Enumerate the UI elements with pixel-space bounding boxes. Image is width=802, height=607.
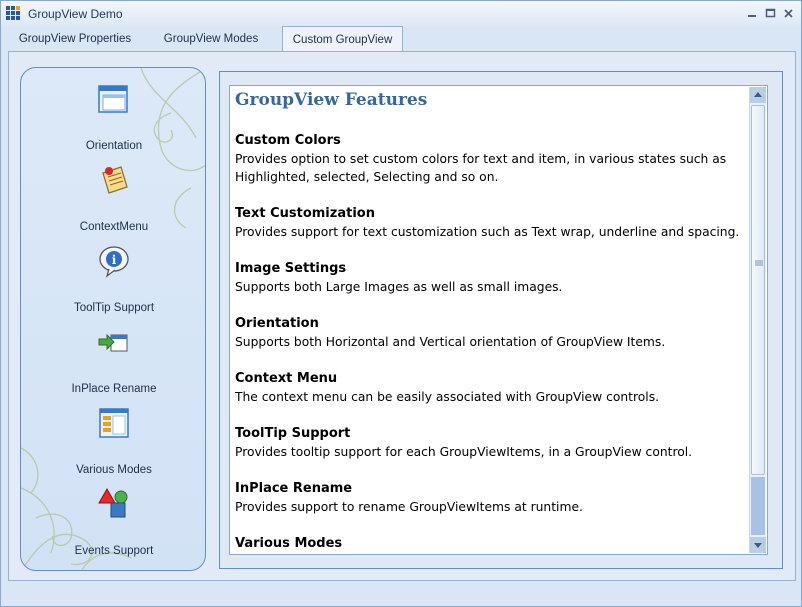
minimize-icon[interactable]	[747, 8, 758, 19]
rename-icon	[98, 333, 128, 352]
scroll-track[interactable]	[751, 477, 765, 535]
feature-heading: ToolTip Support	[235, 426, 351, 441]
feature-heading: Text Customization	[235, 206, 375, 221]
feature-heading: Context Menu	[235, 371, 338, 386]
groupview-sidebar: Orientation ContextMenu i ToolTip Suppor…	[20, 67, 206, 571]
feature-item: Various Modes	[235, 535, 750, 553]
feature-item: Orientation Supports both Horizontal and…	[235, 315, 750, 351]
sidebar-item-label: ToolTip Support	[73, 302, 155, 314]
feature-item: InPlace Rename Provides support to renam…	[235, 480, 750, 516]
feature-heading: Custom Colors	[235, 133, 341, 148]
tooltip-icon: i	[99, 246, 129, 278]
feature-item: Text Customization Provides support for …	[235, 205, 750, 241]
feature-heading: InPlace Rename	[235, 481, 353, 496]
feature-description: Provides tooltip support for each GroupV…	[235, 445, 693, 459]
feature-item: Custom Colors Provides option to set cus…	[235, 132, 750, 186]
orientation-icon	[98, 85, 128, 113]
feature-description: Provides option to set custom colors for…	[235, 152, 727, 166]
svg-text:i: i	[112, 253, 117, 267]
tab-custom-groupview[interactable]: Custom GroupView	[282, 26, 403, 52]
feature-description: Provides support for text customization …	[235, 225, 740, 239]
grip-icon	[755, 260, 763, 266]
scroll-thumb[interactable]	[751, 105, 765, 475]
window-title: GroupView Demo	[28, 7, 123, 21]
features-document[interactable]: GroupView Features Custom Colors Provide…	[229, 85, 768, 555]
feature-item: Image Settings Supports both Large Image…	[235, 260, 750, 296]
vertical-scrollbar[interactable]	[749, 87, 766, 553]
feature-description: Highlighted, selected, Selecting and so …	[235, 170, 499, 184]
events-icon	[98, 487, 128, 518]
feature-heading: Various Modes	[235, 536, 343, 551]
feature-description: Supports both Horizontal and Vertical or…	[235, 335, 666, 349]
scroll-up-icon[interactable]	[750, 87, 766, 103]
sidebar-item-contextmenu[interactable]: ContextMenu	[21, 163, 205, 241]
modes-icon	[99, 408, 129, 438]
sidebar-item-inplace-rename[interactable]: InPlace Rename	[21, 325, 205, 403]
feature-item: Context Menu The context menu can be eas…	[235, 370, 750, 406]
sidebar-item-events-support[interactable]: Events Support	[21, 487, 205, 565]
scroll-down-icon[interactable]	[750, 537, 766, 553]
title-bar[interactable]: GroupView Demo	[1, 1, 801, 27]
tab-groupview-modes[interactable]: GroupView Modes	[145, 27, 277, 51]
sidebar-item-label: Events Support	[74, 545, 154, 557]
tab-strip: GroupView Properties GroupView Modes Cus…	[1, 26, 801, 52]
document-title: GroupView Features	[235, 90, 428, 110]
sidebar-item-label: InPlace Rename	[71, 383, 157, 395]
maximize-icon[interactable]	[765, 8, 776, 19]
sidebar-item-tooltip-support[interactable]: i ToolTip Support	[21, 244, 205, 322]
feature-item: ToolTip Support Provides tooltip support…	[235, 425, 750, 461]
feature-description: The context menu can be easily associate…	[235, 390, 660, 404]
sidebar-item-various-modes[interactable]: Various Modes	[21, 406, 205, 484]
feature-heading: Orientation	[235, 316, 319, 331]
tab-label: GroupView Modes	[163, 33, 259, 45]
sidebar-item-label: ContextMenu	[79, 221, 149, 233]
tab-label: GroupView Properties	[18, 33, 132, 45]
app-window: GroupView Demo GroupView Properties Grou…	[0, 0, 802, 607]
feature-description: Supports both Large Images as well as sm…	[235, 280, 563, 294]
sidebar-item-orientation[interactable]: Orientation	[21, 82, 205, 160]
app-grid-icon	[6, 6, 20, 20]
sidebar-item-label: Orientation	[85, 140, 143, 152]
context-menu-icon	[102, 166, 128, 194]
sidebar-item-label: Various Modes	[76, 464, 152, 476]
feature-heading: Image Settings	[235, 261, 347, 276]
feature-description: Provides support to rename GroupViewItem…	[235, 500, 583, 514]
tab-label: Custom GroupView	[292, 33, 393, 46]
close-icon[interactable]	[783, 8, 794, 19]
tab-groupview-properties[interactable]: GroupView Properties	[9, 27, 141, 51]
